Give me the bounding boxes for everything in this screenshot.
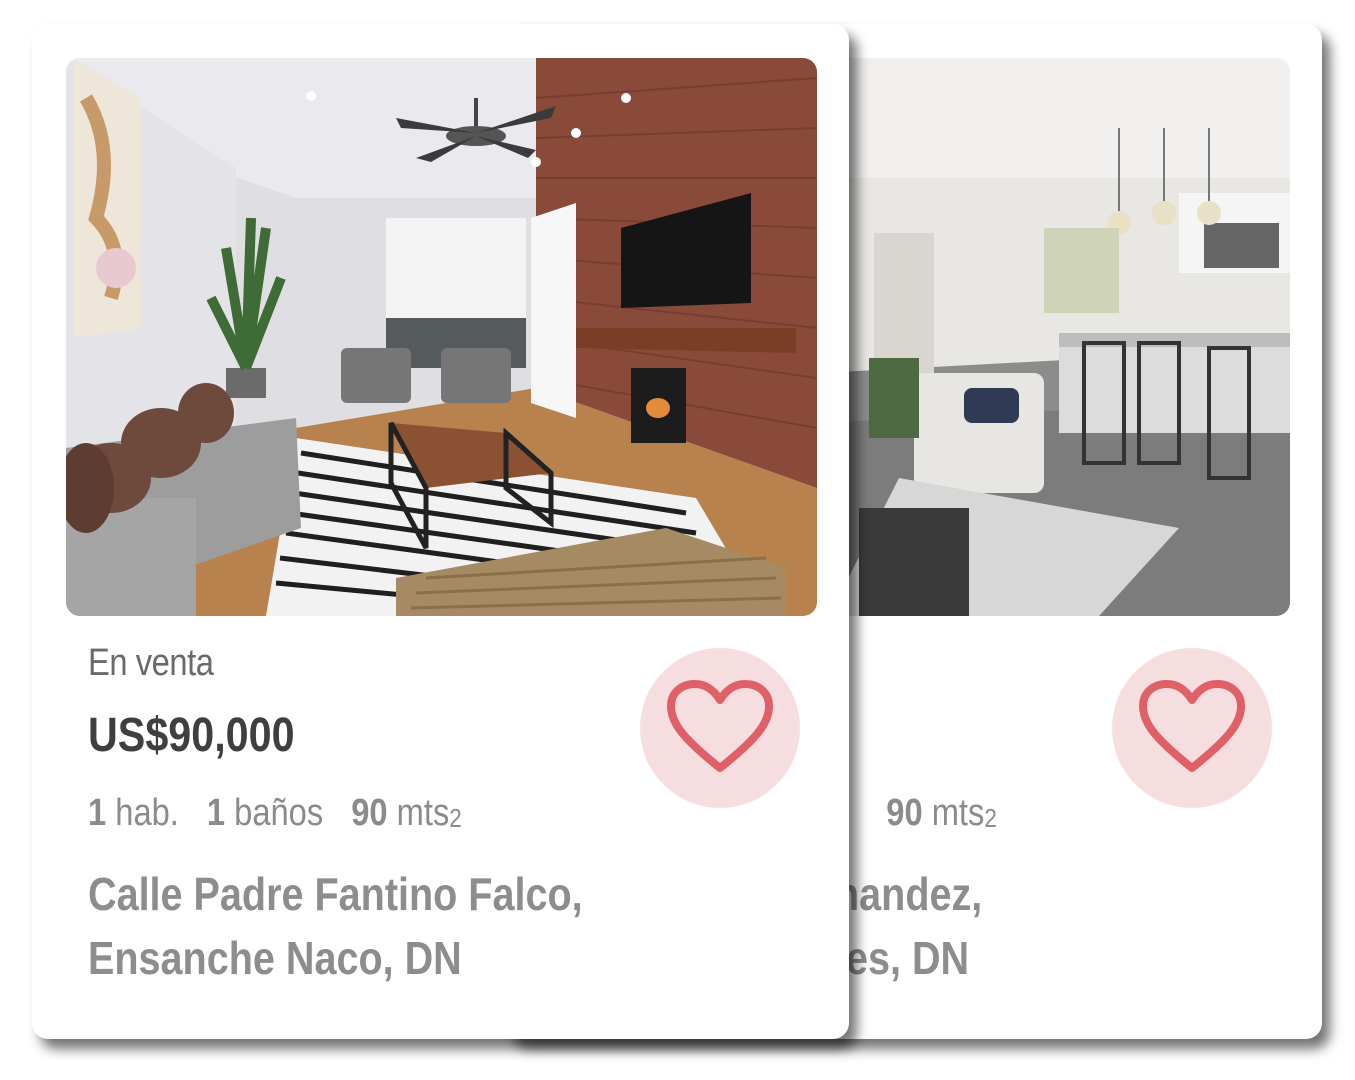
area-unit: mts	[396, 792, 450, 834]
listing-photo-1[interactable]	[66, 58, 817, 616]
listing-status: En venta	[88, 642, 214, 684]
bathrooms-value: 1	[206, 792, 226, 834]
address-line-1: nandez,	[835, 868, 983, 920]
heart-outline-icon	[667, 680, 773, 772]
listing-specs-1: 1 hab. 1 baños 90 mts2	[88, 792, 462, 835]
listing-address-1[interactable]: Calle Padre Fantino Falco, Ensanche Naco…	[88, 862, 583, 990]
area-unit: mts	[931, 792, 985, 834]
area-superscript: 2	[449, 803, 462, 833]
listing-price: US$90,000	[88, 709, 295, 762]
listing-carousel: s 90 mts2 nandez, les, DN	[0, 0, 1355, 1080]
heart-outline-icon	[1139, 680, 1245, 772]
listing-specs-2: s 90 mts2	[823, 792, 997, 835]
area-value: 90	[351, 792, 388, 834]
favorite-button-2[interactable]	[1112, 648, 1272, 808]
address-line-1: Calle Padre Fantino Falco,	[88, 868, 583, 920]
bathrooms-unit: baños	[234, 792, 324, 834]
listing-card-1[interactable]: En venta US$90,000 1 hab. 1 baños 90 mts…	[32, 24, 849, 1039]
bedrooms-unit: hab.	[115, 792, 179, 834]
listing-address-2[interactable]: nandez, les, DN	[835, 862, 982, 990]
bedrooms-value: 1	[88, 792, 107, 834]
living-room-photo	[66, 58, 817, 616]
address-line-2: Ensanche Naco, DN	[88, 932, 462, 984]
area-superscript: 2	[984, 803, 997, 833]
address-line-2: les, DN	[835, 932, 970, 984]
area-value: 90	[886, 792, 923, 834]
favorite-button-1[interactable]	[640, 648, 800, 808]
